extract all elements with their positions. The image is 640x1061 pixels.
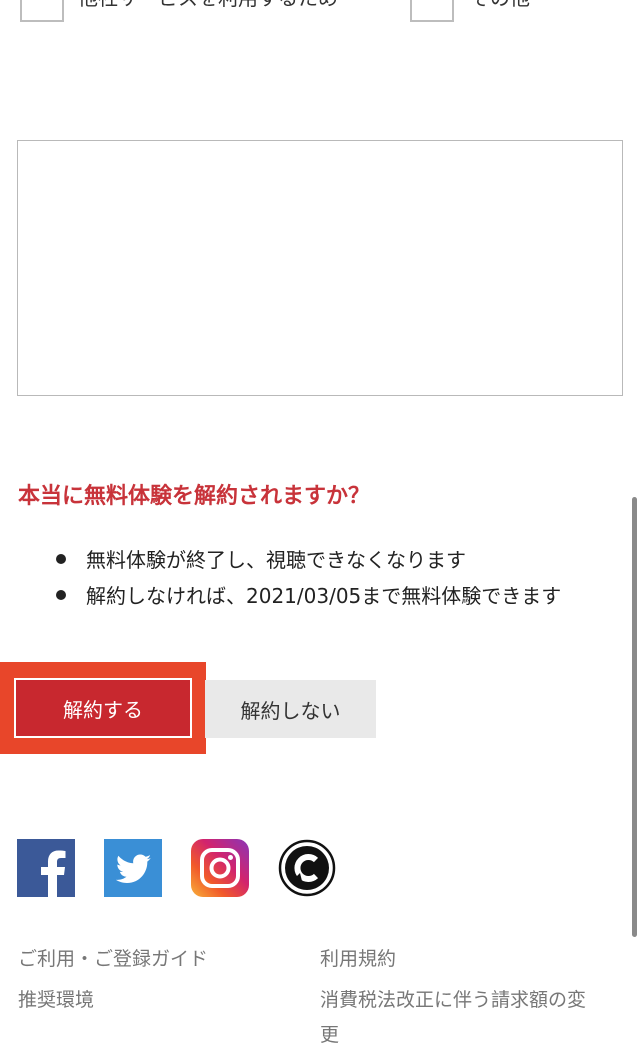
footer-link-guide[interactable]: ご利用・ご登録ガイド [18,944,208,971]
keep-subscription-button[interactable]: 解約しない [205,680,376,738]
instagram-icon[interactable] [191,839,249,897]
facebook-icon[interactable] [17,839,75,897]
scrollbar[interactable] [632,497,637,937]
twitter-icon[interactable] [104,839,162,897]
reason-checkbox-row: 他社サービスを利用するため その他 [0,0,640,24]
reason-checkbox-other[interactable] [410,0,454,22]
comment-textarea[interactable] [17,140,623,396]
footer-link-tax-change-line2: 更 [320,1024,340,1046]
reason-checkbox-other-service[interactable] [20,0,64,22]
footer-link-environment[interactable]: 推奨環境 [18,985,94,1012]
footer-link-tax-change[interactable]: 消費税法改正に伴う請求額の変 更 [320,985,586,1047]
bullet-icon [56,590,66,600]
footer-link-terms[interactable]: 利用規約 [320,944,396,971]
reason-label-other: その他 [470,0,530,11]
note-text: 解約しなければ、2021/03/05まで無料体験できます [86,584,562,608]
cancel-subscription-button[interactable]: 解約する [14,678,192,738]
bullet-icon [56,554,66,564]
circle-logo-icon[interactable] [278,839,336,897]
note-text: 無料体験が終了し、視聴できなくなります [86,548,466,572]
reason-label-other-service: 他社サービスを利用するため [78,0,338,11]
footer-link-tax-change-line1: 消費税法改正に伴う請求額の変 [320,989,587,1011]
confirm-title: 本当に無料体験を解約されますか？ [18,484,371,509]
